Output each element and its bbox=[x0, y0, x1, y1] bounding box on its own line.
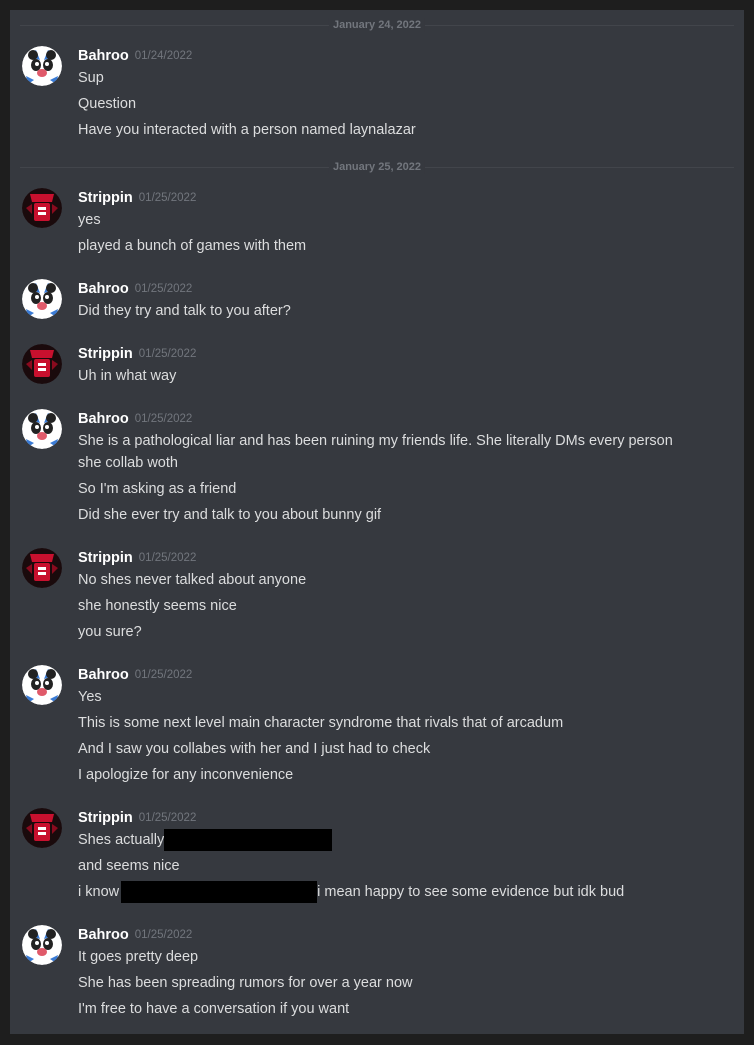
message-text: i know i mean happy to see some evidence … bbox=[78, 881, 704, 904]
message-text: yes bbox=[78, 212, 101, 228]
panda-avatar-icon[interactable] bbox=[22, 279, 62, 319]
timestamp: 01/25/2022 bbox=[134, 283, 193, 295]
timestamp: 01/25/2022 bbox=[134, 413, 193, 425]
message-text-fragment: i know bbox=[78, 884, 120, 900]
author-name[interactable]: Bahroo bbox=[78, 667, 129, 683]
timestamp: 01/25/2022 bbox=[134, 669, 193, 681]
message-text: Did she ever try and talk to you about b… bbox=[78, 507, 382, 523]
timestamp: 01/25/2022 bbox=[138, 812, 197, 824]
message-text-fragment: Shes actually bbox=[78, 832, 165, 848]
timestamp: 01/25/2022 bbox=[138, 192, 197, 204]
message-text: She is a pathological liar and has been … bbox=[78, 433, 673, 449]
date-divider: January 24, 2022 bbox=[20, 18, 734, 32]
message-header: Strippin 01/25/2022 bbox=[78, 548, 196, 568]
author-name[interactable]: Strippin bbox=[78, 550, 133, 566]
timestamp: 01/25/2022 bbox=[134, 929, 193, 941]
message-header: Strippin 01/25/2022 bbox=[78, 344, 196, 364]
author-name[interactable]: Bahroo bbox=[78, 927, 129, 943]
message-text: Have you interacted with a person named … bbox=[78, 122, 416, 138]
message-text: No shes never talked about anyone bbox=[78, 572, 307, 588]
message-header: Bahroo 01/25/2022 bbox=[78, 279, 192, 299]
message-text: Question bbox=[78, 96, 137, 112]
message-text: She has been spreading rumors for over a… bbox=[78, 975, 413, 991]
message-text: Shes actually bbox=[78, 829, 704, 852]
message-text: I'm free to have a conversation if you w… bbox=[78, 1001, 350, 1017]
author-name[interactable]: Strippin bbox=[78, 346, 133, 362]
timestamp: 01/24/2022 bbox=[134, 50, 193, 62]
message-header: Bahroo 01/25/2022 bbox=[78, 925, 192, 945]
red-logo-avatar-icon[interactable] bbox=[22, 548, 62, 588]
date-divider: January 25, 2022 bbox=[20, 160, 734, 174]
message-header: Strippin 01/25/2022 bbox=[78, 188, 196, 208]
message-text: she honestly seems nice bbox=[78, 598, 237, 614]
author-name[interactable]: Bahroo bbox=[78, 48, 129, 64]
red-logo-avatar-icon[interactable] bbox=[22, 188, 62, 228]
timestamp: 01/25/2022 bbox=[138, 348, 197, 360]
chat-log: January 24, 2022 Bahroo 01/24/2022 Sup Qu… bbox=[10, 10, 744, 1034]
panda-avatar-icon[interactable] bbox=[22, 46, 62, 86]
message-text: Did they try and talk to you after? bbox=[78, 303, 291, 319]
message-header: Bahroo 01/25/2022 bbox=[78, 409, 192, 429]
message-text: So I'm asking as a friend bbox=[78, 481, 237, 497]
message-text: Yes bbox=[78, 689, 102, 705]
message-text: It goes pretty deep bbox=[78, 949, 199, 965]
message-text: you sure? bbox=[78, 624, 142, 640]
message-text: And I saw you collabes with her and I ju… bbox=[78, 741, 431, 757]
message-text: Sup bbox=[78, 70, 104, 86]
message-header: Bahroo 01/24/2022 bbox=[78, 46, 192, 66]
red-logo-avatar-icon[interactable] bbox=[22, 808, 62, 848]
message-text: Uh in what way bbox=[78, 368, 177, 384]
panda-avatar-icon[interactable] bbox=[22, 925, 62, 965]
author-name[interactable]: Strippin bbox=[78, 810, 133, 826]
message-text: I apologize for any inconvenience bbox=[78, 767, 294, 783]
timestamp: 01/25/2022 bbox=[138, 552, 197, 564]
date-divider-label: January 24, 2022 bbox=[328, 18, 426, 32]
message-text: played a bunch of games with them bbox=[78, 238, 307, 254]
message-header: Bahroo 01/25/2022 bbox=[78, 665, 192, 685]
author-name[interactable]: Strippin bbox=[78, 190, 133, 206]
author-name[interactable]: Bahroo bbox=[78, 411, 129, 427]
panda-avatar-icon[interactable] bbox=[22, 665, 62, 705]
message-text-fragment: i mean happy to see some evidence but id… bbox=[317, 884, 625, 900]
message-text: she collab woth bbox=[78, 455, 178, 471]
red-logo-avatar-icon[interactable] bbox=[22, 344, 62, 384]
message-text: This is some next level main character s… bbox=[78, 715, 564, 731]
message-header: Strippin 01/25/2022 bbox=[78, 808, 196, 828]
author-name[interactable]: Bahroo bbox=[78, 281, 129, 297]
message-text: and seems nice bbox=[78, 858, 180, 874]
redaction-bar bbox=[121, 881, 318, 904]
redaction-bar bbox=[164, 829, 333, 852]
panda-avatar-icon[interactable] bbox=[22, 409, 62, 449]
date-divider-label: January 25, 2022 bbox=[328, 160, 426, 174]
